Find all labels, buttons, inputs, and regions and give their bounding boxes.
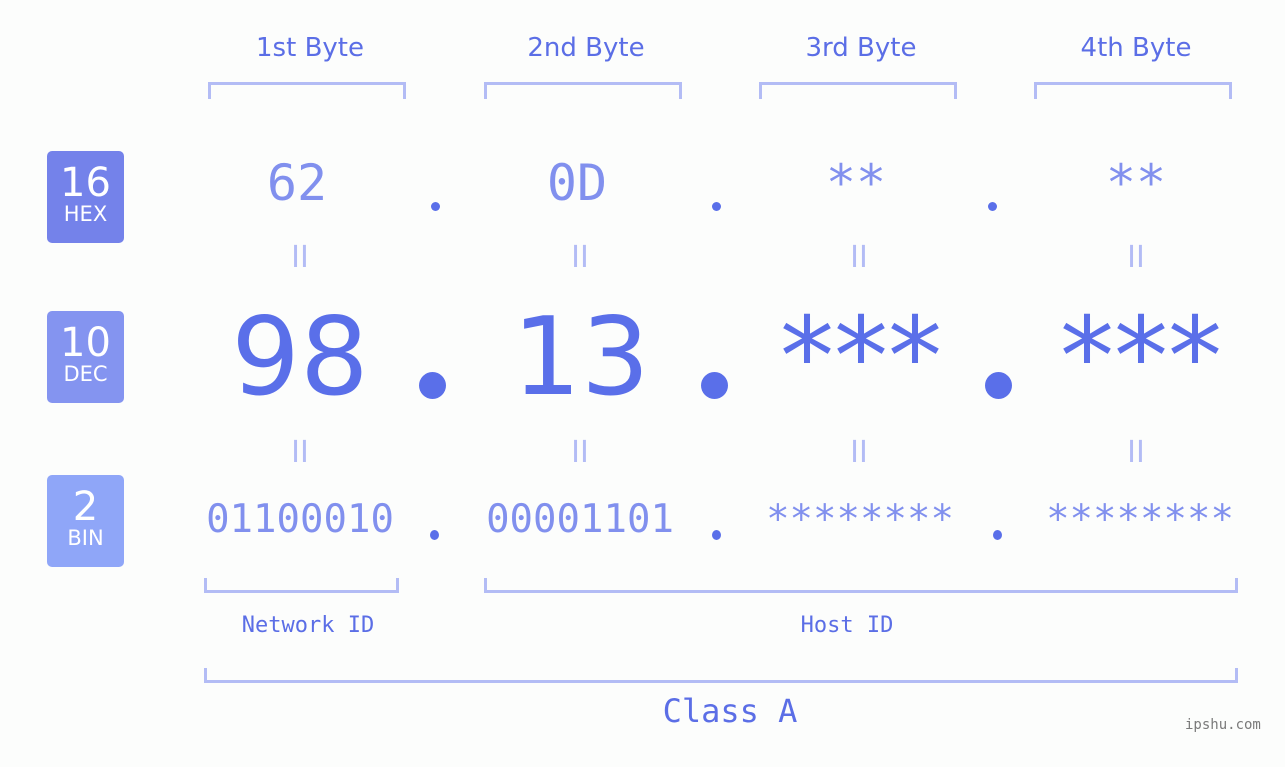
bin-octet-3: ******** [766,497,954,542]
equals-icon: II [291,240,309,275]
hex-badge: 16 HEX [47,151,124,243]
dec-octet-3: *** [780,295,942,420]
byte-header-3: 3rd Byte [805,33,917,63]
dec-octet-2: 13 [512,295,650,420]
byte-header-1: 1st Byte [256,33,364,63]
byte-bracket-4 [1034,82,1232,99]
byte-bracket-1 [208,82,406,99]
hex-separator-dot [712,202,721,211]
bin-separator-dot [712,530,721,540]
host-id-label: Host ID [800,613,894,638]
byte-header-2: 2nd Byte [527,33,645,63]
equals-icon: II [1127,240,1145,275]
bin-badge: 2 BIN [47,475,124,567]
equals-icon: II [571,240,589,275]
class-label: Class A [662,692,798,730]
equals-icon: II [850,240,868,275]
hex-octet-1: 62 [266,154,328,212]
dec-base: 10 [60,320,111,366]
bin-octet-1: 01100010 [206,497,394,542]
network-id-label: Network ID [241,613,375,638]
equals-icon: II [1127,435,1145,470]
dec-separator-dot [985,372,1012,399]
bin-base: 2 [72,484,99,530]
hex-base: 16 [60,160,111,206]
equals-icon: II [291,435,309,470]
bin-octet-4: ******** [1046,497,1234,542]
hex-separator-dot [988,202,997,211]
bin-label: BIN [67,526,104,550]
equals-icon: II [571,435,589,470]
watermark: ipshu.com [1185,717,1261,733]
hex-octet-4: ** [1105,154,1167,212]
dec-label: DEC [63,362,108,386]
bin-separator-dot [430,530,439,540]
dec-separator-dot [701,372,728,399]
class-bracket [204,668,1238,683]
dec-badge: 10 DEC [47,311,124,403]
hex-label: HEX [63,202,108,226]
byte-header-4: 4th Byte [1080,33,1192,63]
bin-separator-dot [993,530,1002,540]
byte-bracket-3 [759,82,957,99]
dec-separator-dot [419,372,446,399]
dec-octet-4: *** [1060,295,1222,420]
hex-octet-2: 0D [546,154,608,212]
host-id-bracket [484,578,1238,593]
equals-icon: II [850,435,868,470]
hex-separator-dot [431,202,440,211]
hex-octet-3: ** [825,154,887,212]
bin-octet-2: 00001101 [486,497,674,542]
byte-bracket-2 [484,82,682,99]
dec-octet-1: 98 [231,295,369,420]
network-id-bracket [204,578,399,593]
